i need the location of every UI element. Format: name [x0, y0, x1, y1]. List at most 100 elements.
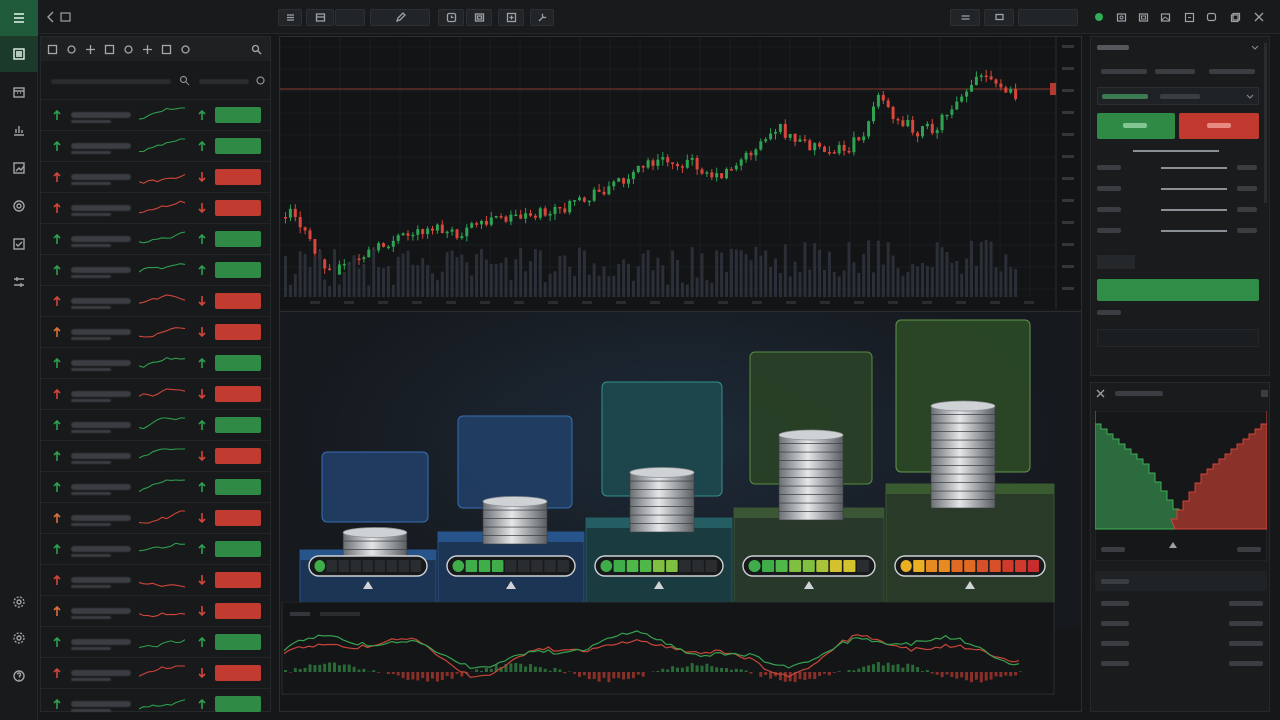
tab-stop[interactable]	[1209, 69, 1255, 74]
sell-button[interactable]	[1179, 113, 1259, 139]
tab-limit[interactable]	[1155, 69, 1195, 74]
menu-icon	[14, 13, 24, 23]
watchlist-row[interactable]	[41, 99, 270, 129]
settings-button[interactable]	[0, 584, 38, 620]
close-icon[interactable]	[1096, 389, 1105, 398]
watchlist-row[interactable]	[41, 471, 270, 501]
settings-icon	[13, 596, 25, 608]
coin	[930, 482, 996, 492]
coin	[629, 489, 695, 499]
view-button-3[interactable]	[1018, 9, 1078, 26]
screen-icon[interactable]	[1138, 12, 1149, 23]
view-button-2[interactable]	[984, 9, 1014, 26]
watchlist-row[interactable]	[41, 347, 270, 377]
quantity-slider[interactable]	[1133, 150, 1219, 152]
chevron-left-icon[interactable]	[46, 11, 56, 23]
camera-icon[interactable]	[1116, 12, 1127, 23]
filter-icon[interactable]	[255, 75, 266, 86]
coin	[778, 460, 844, 470]
candle	[970, 84, 973, 92]
crop-icon[interactable]	[47, 44, 58, 55]
symbol-name	[71, 267, 131, 273]
symbol-desc	[71, 368, 111, 371]
indicator-button-1[interactable]	[438, 9, 464, 26]
depth-menu[interactable]	[1261, 390, 1268, 397]
check-square-icon[interactable]	[161, 44, 172, 55]
watchlist-row[interactable]	[41, 409, 270, 439]
grid-button[interactable]	[306, 9, 334, 26]
chevron-down-icon[interactable]	[1251, 45, 1259, 51]
image-icon[interactable]	[1160, 12, 1171, 23]
watchlist-row[interactable]	[41, 440, 270, 470]
brightness-icon[interactable]	[123, 44, 134, 55]
tab-market[interactable]	[1101, 69, 1147, 74]
watchlist-row[interactable]	[41, 254, 270, 284]
watchlist-search[interactable]	[47, 71, 267, 93]
order-type-chip[interactable]	[1097, 255, 1135, 269]
triangle-up-icon[interactable]	[1168, 541, 1178, 549]
arrow-up-icon	[53, 450, 61, 461]
window-icon[interactable]	[60, 12, 71, 22]
candle	[695, 157, 699, 170]
watchlist-row[interactable]	[41, 502, 270, 532]
menu-button[interactable]	[0, 0, 38, 36]
tools-button[interactable]	[530, 9, 554, 26]
watchlist-row[interactable]	[41, 626, 270, 656]
watchlist-row[interactable]	[41, 316, 270, 346]
move-icon[interactable]	[104, 44, 115, 55]
gear-button[interactable]	[0, 620, 38, 656]
layout-button[interactable]	[278, 9, 302, 26]
histogram-bar	[602, 672, 606, 678]
order-comment-input[interactable]	[1097, 329, 1259, 347]
list-icon	[13, 48, 25, 60]
histogram-bar	[298, 669, 302, 672]
order-scrollbar[interactable]	[1264, 43, 1267, 203]
check-button[interactable]	[0, 226, 38, 262]
depth-chart[interactable]	[1095, 411, 1267, 561]
camera-icon[interactable]	[66, 44, 77, 55]
volume-bar	[328, 285, 332, 297]
indicator-button-3[interactable]	[498, 9, 524, 26]
watchlist-row[interactable]	[41, 285, 270, 315]
price-chart[interactable]	[280, 37, 1081, 309]
watchlist-row[interactable]	[41, 595, 270, 625]
calendar-button[interactable]	[0, 74, 38, 110]
draw-button[interactable]	[370, 9, 430, 26]
target-button[interactable]	[0, 188, 38, 224]
order-tabs[interactable]	[1097, 65, 1259, 79]
watchlist-row[interactable]	[41, 657, 270, 687]
view-button-1[interactable]	[950, 9, 980, 26]
watchlist-row[interactable]	[41, 533, 270, 563]
watchlist-row[interactable]	[41, 564, 270, 594]
indicator-button-2[interactable]	[466, 9, 492, 26]
watchlist-row[interactable]	[41, 223, 270, 253]
submit-order-button[interactable]	[1097, 279, 1259, 301]
copy-icon[interactable]	[1230, 12, 1241, 23]
watchlist-row[interactable]	[41, 688, 270, 718]
candle	[886, 100, 890, 108]
histogram-bar	[979, 672, 983, 683]
oscillator-pane[interactable]	[280, 602, 1056, 714]
toolbar-blank-button[interactable]	[335, 9, 365, 26]
chat-icon[interactable]	[1206, 12, 1217, 23]
cart-icon[interactable]	[180, 44, 191, 55]
crosshair-icon[interactable]	[85, 44, 96, 55]
volume-bar	[827, 251, 831, 297]
trend-button[interactable]	[0, 150, 38, 186]
search-icon[interactable]	[251, 44, 262, 55]
watchlist-row[interactable]	[41, 192, 270, 222]
symbol-select[interactable]	[1097, 87, 1259, 105]
watchlist-row[interactable]	[41, 378, 270, 408]
watchlist-row[interactable]	[41, 161, 270, 191]
help-button[interactable]	[0, 658, 38, 694]
square-icon[interactable]	[142, 44, 153, 55]
close-icon[interactable]	[1254, 12, 1264, 22]
watchlist-button[interactable]	[0, 36, 38, 72]
sliders-button[interactable]	[0, 264, 38, 300]
time-axis-label	[888, 301, 898, 304]
volume-bar	[563, 255, 567, 297]
watchlist-row[interactable]	[41, 130, 270, 160]
share-icon[interactable]	[1184, 12, 1195, 23]
chart-button[interactable]	[0, 112, 38, 148]
buy-button[interactable]	[1097, 113, 1175, 139]
